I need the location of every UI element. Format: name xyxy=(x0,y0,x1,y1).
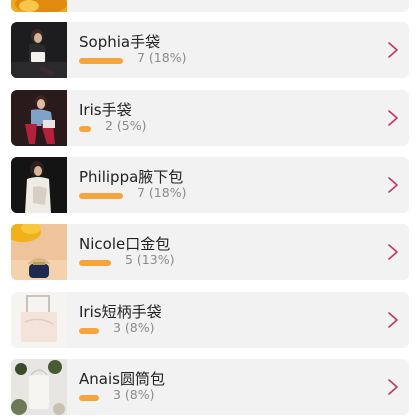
vote-bar xyxy=(79,328,99,334)
list-item[interactable]: Iris短柄手袋 3 (8%) xyxy=(11,292,409,348)
list-item[interactable]: Philippa腋下包 7 (18%) xyxy=(11,157,409,213)
product-thumbnail xyxy=(11,0,67,12)
chevron-right-icon xyxy=(387,378,399,396)
vote-count: 3 (8%) xyxy=(113,320,155,335)
product-thumbnail xyxy=(11,157,67,213)
item-name: Anais圆筒包 xyxy=(79,370,165,388)
vote-bar xyxy=(79,395,99,401)
vote-bar xyxy=(79,260,111,266)
item-name: Iris手袋 xyxy=(79,101,132,119)
vote-count: 7 (18%) xyxy=(137,50,187,65)
product-thumbnail xyxy=(11,224,67,280)
chevron-right-icon xyxy=(387,311,399,329)
vote-count: 5 (13%) xyxy=(125,252,175,267)
vote-count: 2 (5%) xyxy=(105,118,147,133)
list-item[interactable]: Nicole口金包 5 (13%) xyxy=(11,224,409,280)
list-item[interactable]: Anais圆筒包 3 (8%) xyxy=(11,359,409,415)
chevron-right-icon xyxy=(387,243,399,261)
vote-count: 3 (8%) xyxy=(113,387,155,402)
product-thumbnail xyxy=(11,359,67,415)
chevron-right-icon xyxy=(387,41,399,59)
item-name: Sophia手袋 xyxy=(79,33,161,51)
item-name: Nicole口金包 xyxy=(79,235,171,253)
product-thumbnail xyxy=(11,90,67,146)
list-item[interactable] xyxy=(11,0,409,12)
chevron-right-icon xyxy=(387,176,399,194)
vote-bar xyxy=(79,126,91,132)
vote-bar xyxy=(79,58,123,64)
item-name: Philippa腋下包 xyxy=(79,168,184,186)
chevron-right-icon xyxy=(387,109,399,127)
vote-bar xyxy=(79,193,123,199)
list-item[interactable]: Iris手袋 2 (5%) xyxy=(11,90,409,146)
vote-count: 7 (18%) xyxy=(137,185,187,200)
list-item[interactable]: Sophia手袋 7 (18%) xyxy=(11,22,409,78)
item-name: Iris短柄手袋 xyxy=(79,303,162,321)
product-thumbnail xyxy=(11,292,67,348)
product-thumbnail xyxy=(11,22,67,78)
